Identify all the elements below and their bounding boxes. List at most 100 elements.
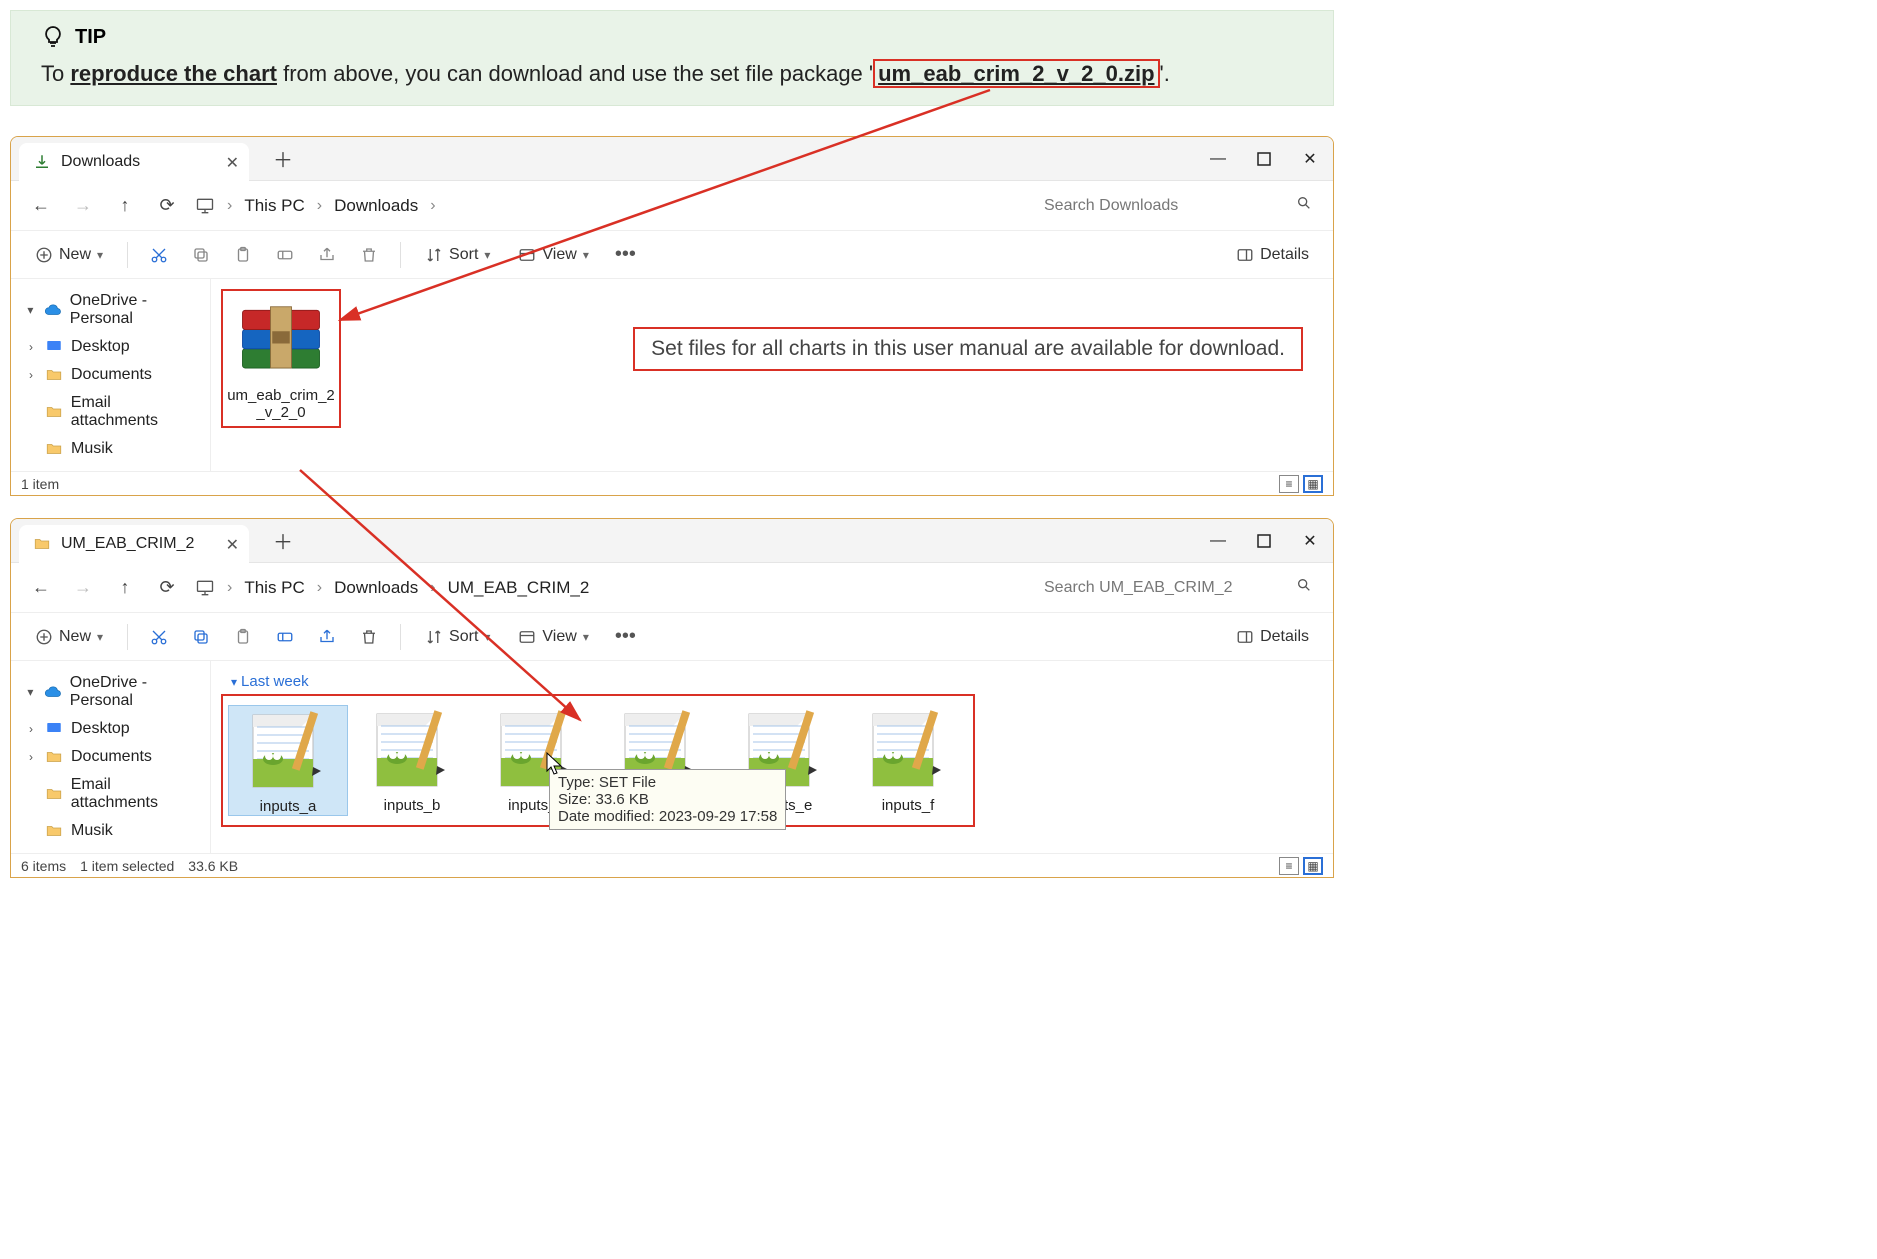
- share-button[interactable]: [310, 242, 344, 268]
- rename-button[interactable]: [268, 624, 302, 650]
- annotation-note: Set files for all charts in this user ma…: [633, 327, 1303, 371]
- search-placeholder: Search UM_EAB_CRIM_2: [1044, 579, 1233, 597]
- file-pane[interactable]: ▾Last week inputs_a inputs_b: [211, 661, 1333, 853]
- file-tooltip: Type: SET File Size: 33.6 KB Date modifi…: [549, 769, 786, 830]
- sidebar-item-onedrive[interactable]: ▾OneDrive - Personal: [11, 669, 210, 715]
- status-item-count: 1 item: [21, 476, 59, 492]
- search-input[interactable]: Search Downloads: [1033, 189, 1323, 223]
- new-button[interactable]: New▾: [25, 242, 113, 268]
- rename-button[interactable]: [268, 242, 302, 268]
- tip-zip-link[interactable]: um_eab_crim_2_v_2_0.zip: [873, 59, 1159, 88]
- view-icons-button[interactable]: ▦: [1303, 475, 1323, 493]
- refresh-button[interactable]: ⟳: [147, 571, 187, 605]
- breadcrumb[interactable]: › This PC › Downloads ›: [189, 196, 1021, 216]
- view-button[interactable]: View▾: [508, 242, 598, 268]
- details-pane-button[interactable]: Details: [1226, 242, 1319, 268]
- tip-body: To reproduce the chart from above, you c…: [41, 61, 1311, 87]
- sidebar-item-desktop[interactable]: ›Desktop: [11, 715, 210, 743]
- copy-button[interactable]: [184, 242, 218, 268]
- new-button[interactable]: New▾: [25, 624, 113, 650]
- status-bar: 6 items 1 item selected 33.6 KB ≡ ▦: [11, 853, 1333, 877]
- crumb-downloads[interactable]: Downloads: [334, 578, 418, 598]
- file-name-label: inputs_f: [848, 797, 968, 814]
- sort-button[interactable]: Sort▾: [415, 624, 500, 650]
- file-item[interactable]: inputs_a: [228, 705, 348, 816]
- download-icon: [33, 153, 51, 171]
- crumb-this-pc[interactable]: This PC: [244, 196, 304, 216]
- tab-close-icon[interactable]: ✕: [226, 153, 239, 173]
- delete-button[interactable]: [352, 624, 386, 650]
- back-button[interactable]: ←: [21, 189, 61, 223]
- status-size: 33.6 KB: [188, 858, 238, 874]
- details-pane-button[interactable]: Details: [1226, 624, 1319, 650]
- cloud-icon: [44, 301, 62, 319]
- back-button[interactable]: ←: [21, 571, 61, 605]
- file-item-zip[interactable]: um_eab_crim_2_v_2_0: [221, 289, 341, 428]
- crumb-folder[interactable]: UM_EAB_CRIM_2: [448, 578, 590, 598]
- lightbulb-icon: [41, 25, 65, 49]
- tip-bold-text: reproduce the chart: [70, 61, 277, 86]
- new-tab-button[interactable]: ＋: [267, 525, 299, 557]
- copy-button[interactable]: [184, 624, 218, 650]
- monitor-icon: [195, 196, 215, 216]
- crumb-downloads[interactable]: Downloads: [334, 196, 418, 216]
- cut-button[interactable]: [142, 242, 176, 268]
- chevron-right-icon: ›: [430, 579, 435, 597]
- file-item[interactable]: inputs_b: [352, 705, 472, 816]
- tip-header: TIP: [41, 25, 1311, 49]
- view-button[interactable]: View▾: [508, 624, 598, 650]
- new-tab-button[interactable]: ＋: [267, 143, 299, 175]
- status-bar: 1 item ≡ ▦: [11, 471, 1333, 495]
- sidebar-item-onedrive[interactable]: ▾OneDrive - Personal: [11, 287, 210, 333]
- search-icon: [1296, 195, 1312, 216]
- maximize-button[interactable]: [1241, 519, 1287, 563]
- paste-button[interactable]: [226, 242, 260, 268]
- desktop-icon: [45, 720, 63, 738]
- minimize-button[interactable]: —: [1195, 519, 1241, 563]
- folder-icon: [45, 403, 63, 421]
- forward-button[interactable]: →: [63, 189, 103, 223]
- sort-button[interactable]: Sort▾: [415, 242, 500, 268]
- refresh-button[interactable]: ⟳: [147, 189, 187, 223]
- tab-close-icon[interactable]: ✕: [226, 535, 239, 555]
- file-name-label: um_eab_crim_2_v_2_0: [227, 387, 335, 422]
- sidebar-item-email[interactable]: ›Email attachments: [11, 771, 210, 817]
- crumb-this-pc[interactable]: This PC: [244, 578, 304, 598]
- up-button[interactable]: ↑: [105, 189, 145, 223]
- tip-label: TIP: [75, 26, 106, 49]
- view-list-button[interactable]: ≡: [1279, 475, 1299, 493]
- maximize-button[interactable]: [1241, 137, 1287, 181]
- sidebar-item-documents[interactable]: ›Documents: [11, 743, 210, 771]
- sidebar-item-documents[interactable]: ›Documents: [11, 361, 210, 389]
- sidebar-item-email[interactable]: ›Email attachments: [11, 389, 210, 435]
- chevron-right-icon: ›: [317, 579, 322, 597]
- paste-button[interactable]: [226, 624, 260, 650]
- sidebar-item-musik[interactable]: ›Musik: [11, 435, 210, 463]
- tab-folder[interactable]: UM_EAB_CRIM_2 ✕: [19, 525, 249, 563]
- tab-bar: Downloads ✕ ＋ — ✕: [11, 137, 1333, 181]
- close-button[interactable]: ✕: [1287, 137, 1333, 181]
- notepad-file-icon: [858, 705, 958, 795]
- chevron-right-icon: ›: [430, 197, 435, 215]
- file-item[interactable]: inputs_f: [848, 705, 968, 816]
- search-input[interactable]: Search UM_EAB_CRIM_2: [1033, 571, 1323, 605]
- view-list-button[interactable]: ≡: [1279, 857, 1299, 875]
- sidebar-item-desktop[interactable]: ›Desktop: [11, 333, 210, 361]
- view-icons-button[interactable]: ▦: [1303, 857, 1323, 875]
- delete-button[interactable]: [352, 242, 386, 268]
- cut-button[interactable]: [142, 624, 176, 650]
- sidebar-item-musik[interactable]: ›Musik: [11, 817, 210, 845]
- file-pane[interactable]: um_eab_crim_2_v_2_0 Set files for all ch…: [211, 279, 1333, 471]
- more-button[interactable]: •••: [607, 239, 644, 270]
- more-button[interactable]: •••: [607, 621, 644, 652]
- close-button[interactable]: ✕: [1287, 519, 1333, 563]
- tab-downloads[interactable]: Downloads ✕: [19, 143, 249, 181]
- forward-button[interactable]: →: [63, 571, 103, 605]
- breadcrumb[interactable]: › This PC › Downloads › UM_EAB_CRIM_2: [189, 578, 1021, 598]
- search-icon: [1296, 577, 1312, 598]
- minimize-button[interactable]: —: [1195, 137, 1241, 181]
- notepad-file-icon: [238, 706, 338, 796]
- share-button[interactable]: [310, 624, 344, 650]
- group-header-last-week[interactable]: ▾Last week: [231, 673, 1313, 690]
- up-button[interactable]: ↑: [105, 571, 145, 605]
